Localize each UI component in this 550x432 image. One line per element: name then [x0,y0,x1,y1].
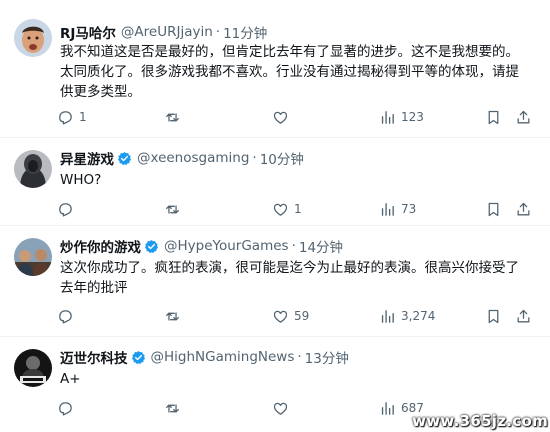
tweet-header: 异星游戏 @xeenosgaming · 10分钟 [60,148,304,168]
reply-button[interactable] [57,398,74,418]
tweet-item[interactable]: RJ马哈尔 @AreURJjayin · 11分钟 我不知道这是否是最好的，但肯… [0,0,550,138]
reply-icon [57,109,74,126]
share-button[interactable] [515,107,532,127]
like-button[interactable]: 59 [272,306,309,326]
views-count: 123 [401,110,424,124]
views-icon [379,201,396,218]
user-avatar-face[interactable] [14,19,52,57]
share-icon [515,308,532,325]
timestamp[interactable]: 14分钟 [299,236,343,256]
separator-dot: · [297,349,302,365]
display-name[interactable]: 异星游戏 [60,148,114,168]
repost-button[interactable] [164,199,181,219]
views-icon [379,308,396,325]
hooded-figure-avatar[interactable] [14,150,52,188]
views-count: 73 [401,202,417,216]
tweet-header: RJ马哈尔 @AreURJjayin · 11分钟 [60,22,267,42]
tweet-item[interactable]: 异星游戏 @xeenosgaming · 10分钟 WHO? 1 73 [0,138,550,226]
repost-icon [164,201,181,218]
repost-button[interactable] [164,398,181,418]
tweet-actions: 1 73 [52,199,532,219]
views-button[interactable]: 73 [379,199,416,219]
bookmark-button[interactable] [485,306,502,326]
tweet-item[interactable]: 炒作你的游戏 @HypeYourGames · 14分钟 这次你成功了。疯狂的表… [0,226,550,337]
reply-button[interactable]: 1 [57,107,87,127]
group-photo-avatar[interactable] [14,238,52,276]
bookmark-button[interactable] [485,199,502,219]
share-button[interactable] [515,199,532,219]
tweet-actions: 1 123 [52,107,532,127]
like-icon [272,201,289,218]
like-icon [272,109,289,126]
bookmark-button[interactable] [485,107,502,127]
like-button[interactable]: 1 [272,199,302,219]
repost-icon [164,109,181,126]
tweet-text: 我不知道这是否是最好的，但肯定比去年有了显著的进步。这不是我想要的。太同质化了。… [60,44,519,100]
share-button[interactable] [515,306,532,326]
like-count: 1 [294,202,302,216]
repost-button[interactable] [164,306,181,326]
verified-badge-icon [131,350,146,365]
like-icon [272,308,289,325]
like-count: 59 [294,309,310,323]
timestamp[interactable]: 13分钟 [305,347,349,367]
share-icon [515,201,532,218]
like-button[interactable] [272,107,289,127]
bookmark-icon [485,201,502,218]
user-handle[interactable]: @HighNGamingNews [151,349,295,365]
share-icon [515,109,532,126]
bookmark-icon [485,308,502,325]
display-name[interactable]: 炒作你的游戏 [60,236,141,256]
verified-badge-icon [144,239,159,254]
highn-logo-avatar[interactable] [14,349,52,387]
separator-dot: · [252,150,257,166]
reply-icon [57,308,74,325]
tweet-text: 这次你成功了。疯狂的表演，很可能是迄今为止最好的表演。很高兴你接受了去年的批评 [60,260,519,296]
views-button[interactable]: 123 [379,107,424,127]
tweet-header: 炒作你的游戏 @HypeYourGames · 14分钟 [60,236,343,256]
user-handle[interactable]: @HypeYourGames [164,238,289,254]
like-icon [272,400,289,417]
views-icon [379,109,396,126]
display-name[interactable]: 迈世尔科技 [60,347,128,367]
repost-icon [164,400,181,417]
separator-dot: · [215,24,221,40]
display-name[interactable]: RJ马哈尔 [60,22,116,42]
reply-icon [57,400,74,417]
site-watermark: www.365jz.com [412,412,548,430]
repost-button[interactable] [164,107,181,127]
separator-dot: · [291,238,296,254]
reply-count: 1 [79,110,87,124]
like-button[interactable] [272,398,289,418]
views-count: 3,274 [401,309,436,323]
bookmark-icon [485,109,502,126]
views-button[interactable]: 3,274 [379,306,435,326]
timeline-feed: RJ马哈尔 @AreURJjayin · 11分钟 我不知道这是否是最好的，但肯… [0,0,550,432]
views-icon [379,400,396,417]
user-handle[interactable]: @AreURJjayin [121,24,213,40]
tweet-actions: 59 3,274 [52,306,532,326]
reply-button[interactable] [57,199,74,219]
repost-icon [164,308,181,325]
reply-icon [57,201,74,218]
tweet-text: WHO? [60,172,102,188]
timestamp[interactable]: 10分钟 [260,148,304,168]
reply-button[interactable] [57,306,74,326]
verified-badge-icon [117,151,132,166]
timestamp[interactable]: 11分钟 [223,22,267,42]
tweet-header: 迈世尔科技 @HighNGamingNews · 13分钟 [60,347,349,367]
user-handle[interactable]: @xeenosgaming [137,150,249,166]
tweet-text: A+ [60,371,81,387]
